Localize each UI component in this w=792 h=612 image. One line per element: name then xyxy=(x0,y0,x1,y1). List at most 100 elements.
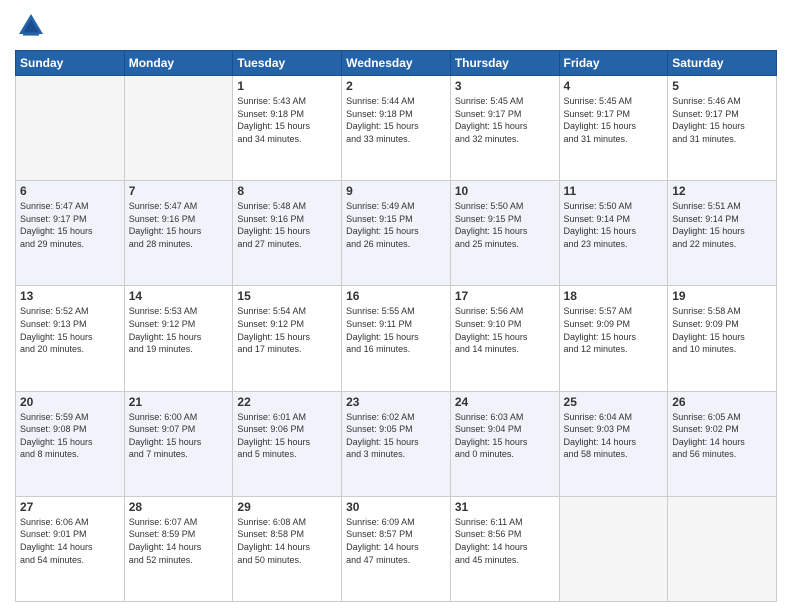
day-number: 28 xyxy=(129,500,229,514)
day-info: Sunrise: 5:56 AM Sunset: 9:10 PM Dayligh… xyxy=(455,305,555,355)
calendar-cell: 3 Sunrise: 5:45 AM Sunset: 9:17 PM Daylig… xyxy=(450,76,559,181)
calendar-cell xyxy=(668,496,777,601)
day-info: Sunrise: 5:54 AM Sunset: 9:12 PM Dayligh… xyxy=(237,305,337,355)
calendar-cell: 26 Sunrise: 6:05 AM Sunset: 9:02 PM Dayli… xyxy=(668,391,777,496)
day-number: 24 xyxy=(455,395,555,409)
calendar-cell: 30 Sunrise: 6:09 AM Sunset: 8:57 PM Dayli… xyxy=(342,496,451,601)
day-number: 1 xyxy=(237,79,337,93)
day-info: Sunrise: 6:03 AM Sunset: 9:04 PM Dayligh… xyxy=(455,411,555,461)
day-info: Sunrise: 5:43 AM Sunset: 9:18 PM Dayligh… xyxy=(237,95,337,145)
calendar-cell: 2Sunrise: 5:44 AM Sunset: 9:18 PM Daylig… xyxy=(342,76,451,181)
page: SundayMondayTuesdayWednesdayThursdayFrid… xyxy=(0,0,792,612)
day-info: Sunrise: 5:50 AM Sunset: 9:15 PM Dayligh… xyxy=(455,200,555,250)
calendar-cell: 11 Sunrise: 5:50 AM Sunset: 9:14 PM Dayli… xyxy=(559,181,668,286)
day-info: Sunrise: 6:08 AM Sunset: 8:58 PM Dayligh… xyxy=(237,516,337,566)
day-info: Sunrise: 5:50 AM Sunset: 9:14 PM Dayligh… xyxy=(564,200,664,250)
calendar-week-1: 1 Sunrise: 5:43 AM Sunset: 9:18 PM Daylig… xyxy=(16,76,777,181)
day-info: Sunrise: 6:00 AM Sunset: 9:07 PM Dayligh… xyxy=(129,411,229,461)
calendar-cell: 13 Sunrise: 5:52 AM Sunset: 9:13 PM Dayli… xyxy=(16,286,125,391)
calendar-cell: 7 Sunrise: 5:47 AM Sunset: 9:16 PM Daylig… xyxy=(124,181,233,286)
logo-icon xyxy=(15,10,47,42)
day-info: Sunrise: 5:51 AM Sunset: 9:14 PM Dayligh… xyxy=(672,200,772,250)
calendar-cell: 24 Sunrise: 6:03 AM Sunset: 9:04 PM Dayli… xyxy=(450,391,559,496)
day-info: Sunrise: 5:45 AM Sunset: 9:17 PM Dayligh… xyxy=(564,95,664,145)
day-number: 17 xyxy=(455,289,555,303)
logo xyxy=(15,10,51,42)
calendar-cell: 29 Sunrise: 6:08 AM Sunset: 8:58 PM Dayli… xyxy=(233,496,342,601)
day-number: 6 xyxy=(20,184,120,198)
day-number: 19 xyxy=(672,289,772,303)
col-header-monday: Monday xyxy=(124,51,233,76)
day-info: Sunrise: 5:46 AM Sunset: 9:17 PM Dayligh… xyxy=(672,95,772,145)
day-number: 2 xyxy=(346,79,446,93)
day-number: 5 xyxy=(672,79,772,93)
day-number: 11 xyxy=(564,184,664,198)
calendar-cell xyxy=(16,76,125,181)
calendar-cell xyxy=(559,496,668,601)
calendar-cell: 1 Sunrise: 5:43 AM Sunset: 9:18 PM Daylig… xyxy=(233,76,342,181)
calendar-cell xyxy=(124,76,233,181)
header xyxy=(15,10,777,42)
day-info: Sunrise: 6:04 AM Sunset: 9:03 PM Dayligh… xyxy=(564,411,664,461)
day-number: 29 xyxy=(237,500,337,514)
day-number: 31 xyxy=(455,500,555,514)
day-number: 7 xyxy=(129,184,229,198)
calendar-cell: 17 Sunrise: 5:56 AM Sunset: 9:10 PM Dayli… xyxy=(450,286,559,391)
day-info: Sunrise: 5:49 AM Sunset: 9:15 PM Dayligh… xyxy=(346,200,446,250)
col-header-friday: Friday xyxy=(559,51,668,76)
day-number: 22 xyxy=(237,395,337,409)
col-header-wednesday: Wednesday xyxy=(342,51,451,76)
calendar-cell: 18Sunrise: 5:57 AM Sunset: 9:09 PM Dayli… xyxy=(559,286,668,391)
day-info: Sunrise: 5:57 AM Sunset: 9:09 PM Dayligh… xyxy=(564,305,664,355)
day-info: Sunrise: 5:48 AM Sunset: 9:16 PM Dayligh… xyxy=(237,200,337,250)
day-number: 13 xyxy=(20,289,120,303)
day-info: Sunrise: 5:58 AM Sunset: 9:09 PM Dayligh… xyxy=(672,305,772,355)
day-info: Sunrise: 5:59 AM Sunset: 9:08 PM Dayligh… xyxy=(20,411,120,461)
day-info: Sunrise: 5:52 AM Sunset: 9:13 PM Dayligh… xyxy=(20,305,120,355)
calendar-cell: 22 Sunrise: 6:01 AM Sunset: 9:06 PM Dayli… xyxy=(233,391,342,496)
calendar-cell: 20 Sunrise: 5:59 AM Sunset: 9:08 PM Dayli… xyxy=(16,391,125,496)
calendar-cell: 4Sunrise: 5:45 AM Sunset: 9:17 PM Daylig… xyxy=(559,76,668,181)
day-number: 25 xyxy=(564,395,664,409)
day-info: Sunrise: 5:53 AM Sunset: 9:12 PM Dayligh… xyxy=(129,305,229,355)
day-info: Sunrise: 6:02 AM Sunset: 9:05 PM Dayligh… xyxy=(346,411,446,461)
day-number: 26 xyxy=(672,395,772,409)
calendar-cell: 31 Sunrise: 6:11 AM Sunset: 8:56 PM Dayli… xyxy=(450,496,559,601)
day-info: Sunrise: 6:05 AM Sunset: 9:02 PM Dayligh… xyxy=(672,411,772,461)
day-info: Sunrise: 5:55 AM Sunset: 9:11 PM Dayligh… xyxy=(346,305,446,355)
col-header-thursday: Thursday xyxy=(450,51,559,76)
day-number: 15 xyxy=(237,289,337,303)
day-number: 12 xyxy=(672,184,772,198)
day-number: 9 xyxy=(346,184,446,198)
day-number: 20 xyxy=(20,395,120,409)
day-info: Sunrise: 6:01 AM Sunset: 9:06 PM Dayligh… xyxy=(237,411,337,461)
day-number: 16 xyxy=(346,289,446,303)
day-info: Sunrise: 6:09 AM Sunset: 8:57 PM Dayligh… xyxy=(346,516,446,566)
calendar-cell: 5 Sunrise: 5:46 AM Sunset: 9:17 PM Daylig… xyxy=(668,76,777,181)
calendar-cell: 10Sunrise: 5:50 AM Sunset: 9:15 PM Dayli… xyxy=(450,181,559,286)
calendar-table: SundayMondayTuesdayWednesdayThursdayFrid… xyxy=(15,50,777,602)
day-number: 8 xyxy=(237,184,337,198)
calendar-week-2: 6Sunrise: 5:47 AM Sunset: 9:17 PM Daylig… xyxy=(16,181,777,286)
day-info: Sunrise: 6:07 AM Sunset: 8:59 PM Dayligh… xyxy=(129,516,229,566)
calendar-cell: 27 Sunrise: 6:06 AM Sunset: 9:01 PM Dayli… xyxy=(16,496,125,601)
day-number: 27 xyxy=(20,500,120,514)
day-info: Sunrise: 5:47 AM Sunset: 9:16 PM Dayligh… xyxy=(129,200,229,250)
day-info: Sunrise: 5:45 AM Sunset: 9:17 PM Dayligh… xyxy=(455,95,555,145)
day-number: 23 xyxy=(346,395,446,409)
day-number: 3 xyxy=(455,79,555,93)
calendar-cell: 14Sunrise: 5:53 AM Sunset: 9:12 PM Dayli… xyxy=(124,286,233,391)
calendar-header-row: SundayMondayTuesdayWednesdayThursdayFrid… xyxy=(16,51,777,76)
day-number: 21 xyxy=(129,395,229,409)
day-info: Sunrise: 6:06 AM Sunset: 9:01 PM Dayligh… xyxy=(20,516,120,566)
col-header-sunday: Sunday xyxy=(16,51,125,76)
col-header-tuesday: Tuesday xyxy=(233,51,342,76)
calendar-cell: 9 Sunrise: 5:49 AM Sunset: 9:15 PM Daylig… xyxy=(342,181,451,286)
day-info: Sunrise: 6:11 AM Sunset: 8:56 PM Dayligh… xyxy=(455,516,555,566)
calendar-week-3: 13 Sunrise: 5:52 AM Sunset: 9:13 PM Dayli… xyxy=(16,286,777,391)
day-number: 30 xyxy=(346,500,446,514)
calendar-cell: 23 Sunrise: 6:02 AM Sunset: 9:05 PM Dayli… xyxy=(342,391,451,496)
calendar-cell: 25 Sunrise: 6:04 AM Sunset: 9:03 PM Dayli… xyxy=(559,391,668,496)
calendar-cell: 19 Sunrise: 5:58 AM Sunset: 9:09 PM Dayli… xyxy=(668,286,777,391)
calendar-cell: 6Sunrise: 5:47 AM Sunset: 9:17 PM Daylig… xyxy=(16,181,125,286)
